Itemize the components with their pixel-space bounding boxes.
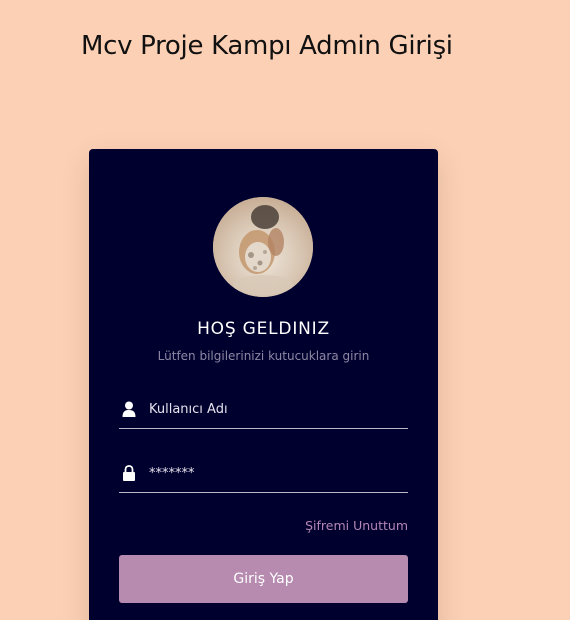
login-button[interactable]: Giriş Yap: [119, 555, 408, 603]
username-input[interactable]: [149, 397, 404, 421]
forgot-password-link[interactable]: Şifremi Unuttum: [305, 518, 408, 533]
page-title: Mcv Proje Kampı Admin Girişi: [81, 31, 453, 61]
lock-icon: [122, 465, 136, 481]
login-page: Mcv Proje Kampı Admin Girişi HOŞ GELDINI…: [0, 0, 570, 620]
avatar: [213, 197, 313, 297]
username-field: [119, 393, 408, 429]
welcome-subtitle: Lütfen bilgilerinizi kutucuklara girin: [157, 349, 370, 363]
login-card: HOŞ GELDINIZ Lütfen bilgilerinizi kutucu…: [89, 149, 438, 620]
welcome-heading: HOŞ GELDINIZ: [197, 319, 330, 339]
user-icon: [122, 401, 136, 417]
password-field: [119, 457, 408, 493]
password-input[interactable]: [149, 461, 404, 485]
